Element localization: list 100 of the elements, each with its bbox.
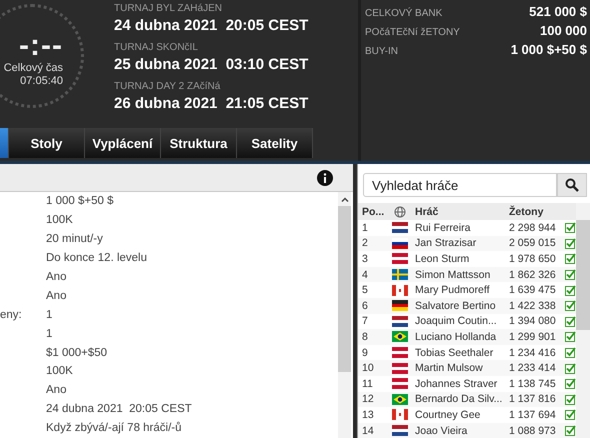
player-name[interactable]: Leon Sturm [412,252,507,265]
tab[interactable]: Struktura [161,128,237,158]
field-value: 20 minut/-y [46,233,103,246]
column-header[interactable]: Hráč [412,206,507,218]
tab[interactable]: Satelity [237,128,313,158]
globe-icon [394,206,406,218]
flag-icon [392,331,408,342]
player-name[interactable]: Salvatore Bertino [412,300,507,312]
field-label: eny: [0,308,23,321]
event-label: TURNAJ DAY 2 ZAčíNá [114,81,222,93]
stat-label: BUY-IN [365,46,398,57]
flag-icon [392,394,408,405]
event-date: 24 dubna 2021 20:05 CEST [114,16,308,36]
player-name[interactable]: Martin Mulsow [412,362,507,374]
stat-label: CELKOVÝ BANK [365,8,442,19]
player-name[interactable]: Simon Mattsson [412,268,507,281]
table-cell-text: 1 [361,222,369,234]
table-cell-text: 14 [361,424,375,437]
table-cell-text: 13 [361,408,375,421]
check-icon [565,284,576,296]
table-cell-text: 1 088 973 [508,424,557,437]
table-cell-text: 4 [361,268,369,281]
check-icon [565,222,576,234]
table-cell-text: 1 233 414 [508,362,557,374]
table-cell-text: 7 [361,315,369,328]
player-name[interactable]: Tobias Seethaler [412,346,507,359]
event-date: 26 dubna 2021 21:05 CEST [114,94,308,114]
scrollbar[interactable] [576,203,590,438]
field-value: 100K [46,214,73,226]
flag-icon [392,222,408,234]
field-value: Ano [46,290,66,302]
table-cell-text: 8 [361,330,369,343]
field-value: 1 [46,328,52,340]
flag-icon [392,378,408,390]
player-name[interactable]: Bernardo Da Silv... [412,393,507,406]
flag-icon [392,269,408,280]
field-value: $1 000+$50 [46,346,108,359]
check-icon [565,409,576,420]
search-button[interactable] [557,173,587,197]
scroll-up-icon[interactable] [340,197,348,202]
table-cell-text: 2 [361,237,369,250]
field-value: Ano [46,384,66,396]
field-value: 1 [46,308,52,321]
table-cell-text: 11 [361,378,374,390]
player-name[interactable]: Luciano Hollanda [412,330,507,343]
player-name[interactable]: Joao Vieira [412,424,507,437]
event-label: TURNAJ BYL ZAHáJEN [114,3,223,15]
tab[interactable]: Vyplácení [85,128,161,158]
event-date: 25 dubna 2021 03:10 CEST [114,55,308,75]
table-cell-text: 1 234 416 [508,346,557,359]
check-icon [565,347,576,358]
player-name[interactable]: Courtney Gee [412,408,507,421]
field-value: 1 000 $+50 $ [46,195,114,208]
column-header[interactable]: Žetony [507,206,565,218]
field-value: Ano [46,271,66,283]
elapsed-time: 07:05:40 [20,75,63,88]
stat-value: 100 000 [540,23,587,38]
column-header[interactable]: Po... [358,206,388,218]
table-cell-text: 1 138 745 [508,378,557,390]
event-label: TURNAJ SKONčIL [114,42,199,54]
table-cell-text: 1 639 475 [508,284,557,296]
table-cell-text: 3 [361,252,369,265]
stat-label: POčáTEčNí žETONY [365,27,460,38]
player-name[interactable]: Rui Ferreira [412,222,507,234]
field-value: 100K [46,365,73,378]
check-icon [565,253,576,264]
table-cell-text: 2 059 015 [508,237,557,250]
player-name[interactable]: Jan Strazisar [412,237,507,250]
player-name[interactable]: Johannes Straver [412,378,507,390]
flag-icon [392,409,408,420]
stat-value: 1 000 $+50 $ [510,42,587,57]
info-icon[interactable] [317,170,333,186]
clock-label: Celkový čas [4,62,63,75]
table-cell-text: 1 137 816 [508,393,557,406]
table-cell-text: 5 [361,284,369,296]
check-icon [565,378,576,390]
tab[interactable]: Stoly [9,128,85,158]
table-cell-text: 9 [361,346,369,359]
flag-icon [392,284,408,296]
flag-icon [392,316,408,327]
search-icon [565,178,579,192]
tab[interactable] [0,128,9,158]
clock-display: -:-- [19,30,63,62]
player-name[interactable]: Joaquim Coutin... [412,315,507,328]
flag-icon [392,347,408,358]
table-cell-text: 1 299 901 [508,330,557,343]
flag-icon [392,300,408,312]
stat-value: 521 000 $ [529,4,587,19]
flag-icon [392,253,408,264]
table-cell-text: 12 [361,393,375,406]
field-value: Když zbývá/-ají 78 hráči/-ů [46,422,182,434]
scrollbar[interactable] [338,192,351,438]
search-field[interactable]: Vyhledat hráče [363,173,557,197]
field-value: 24 dubna 2021 20:05 CEST [46,403,192,416]
table-cell-text: 1 394 080 [508,315,557,328]
player-name[interactable]: Mary Pudmoreff [412,284,507,296]
table-cell-text: 6 [361,300,369,312]
table-cell-text: 1 137 694 [508,408,557,421]
field-value: Do konce 12. levelu [46,252,148,264]
check-icon [565,316,576,327]
